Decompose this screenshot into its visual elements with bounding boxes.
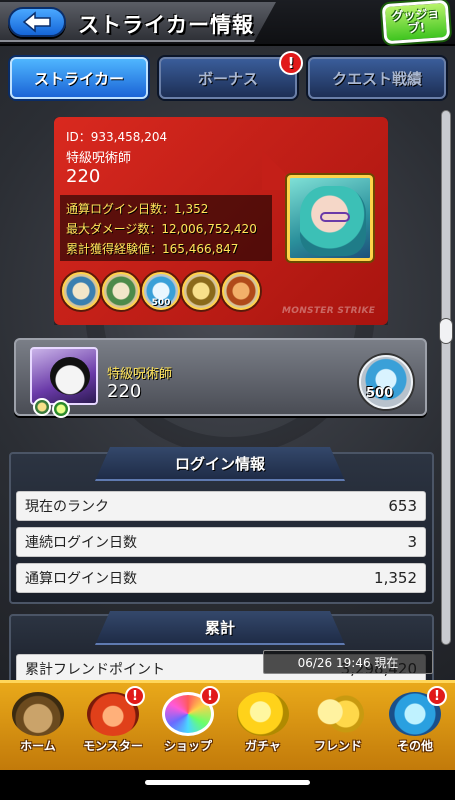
nav-monster-label: モンスター	[83, 739, 143, 753]
badge-5-icon[interactable]	[222, 272, 260, 310]
striker-mini-badge-2-icon	[52, 400, 70, 418]
nav-other[interactable]: ! その他	[379, 686, 451, 760]
nav-gacha-label: ガチャ	[245, 739, 281, 753]
scrollbar-track[interactable]	[441, 110, 451, 645]
stat-total-login-days: 通算ログイン日数：1,352	[66, 202, 209, 216]
nav-gacha[interactable]: ガチャ	[227, 688, 299, 760]
striker-rank: 220	[107, 381, 142, 402]
home-indicator[interactable]	[145, 780, 310, 785]
tab-bar: ストライカー ボーナス ! クエスト戦績	[0, 51, 455, 103]
tab-bonus-alert-badge: !	[279, 51, 303, 75]
page-title: ストライカー情報	[78, 13, 254, 37]
badge-500-icon[interactable]: 500	[142, 272, 180, 310]
row-consecutive-login: 連続ログイン日数 3	[16, 527, 426, 557]
row-current-rank-label: 現在のランク	[25, 499, 109, 515]
row-friend-points-label: 累計フレンドポイント	[25, 662, 165, 678]
monster-strike-watermark: MONSTER STRIKE	[282, 306, 376, 316]
player-id: ID：933,458,204	[66, 130, 168, 144]
header-bar: ストライカー情報 グッジョブ!	[0, 0, 455, 46]
row-total-login: 通算ログイン日数 1,352	[16, 563, 426, 593]
tab-quest-record[interactable]: クエスト戦績	[308, 57, 446, 99]
scrollbar-thumb[interactable]	[439, 318, 453, 344]
login-info-title: ログイン情報	[174, 454, 265, 473]
nav-home[interactable]: ホーム	[2, 688, 74, 760]
tab-quest-record-label: クエスト戦績	[331, 69, 422, 88]
login-info-header: ログイン情報	[95, 447, 345, 481]
nav-shop[interactable]: ! ショップ	[152, 686, 224, 760]
cumulative-title: 累計	[204, 618, 235, 637]
gacha-icon	[237, 692, 289, 736]
row-total-login-value: 1,352	[374, 569, 417, 587]
tab-striker-label: ストライカー	[33, 69, 124, 88]
back-button[interactable]	[8, 7, 66, 37]
back-arrow-icon	[22, 11, 51, 33]
badge-2-icon[interactable]	[102, 272, 140, 310]
player-name: 特級呪術師	[66, 151, 132, 166]
nav-other-label: その他	[396, 739, 433, 753]
player-rank: 220	[66, 166, 101, 187]
leader-monster-portrait[interactable]	[287, 175, 373, 261]
nav-friend[interactable]: フレンド	[302, 688, 374, 760]
row-consecutive-login-value: 3	[407, 533, 417, 551]
nav-monster-alert-badge: !	[125, 686, 145, 706]
portrait-glasses-icon	[320, 212, 350, 222]
good-job-button[interactable]: グッジョブ!	[381, 0, 451, 45]
nav-shop-label: ショップ	[163, 739, 212, 753]
stat-total-exp: 累計獲得経験値：165,466,847	[66, 242, 239, 256]
striker-badge-500-label: 500	[366, 386, 394, 401]
nav-home-label: ホーム	[20, 739, 56, 753]
home-indicator-area	[0, 770, 455, 800]
badge-row: 500	[60, 272, 260, 316]
striker-avatar-face-icon	[50, 357, 90, 395]
nav-friend-label: フレンド	[313, 739, 362, 753]
nav-other-alert-badge: !	[427, 686, 447, 706]
home-icon	[12, 692, 64, 736]
tab-striker[interactable]: ストライカー	[10, 57, 148, 99]
badge-500-label: 500	[151, 298, 171, 308]
cumulative-header: 累計	[95, 611, 345, 645]
stat-max-damage: 最大ダメージ数：12,006,752,420	[66, 222, 257, 236]
timestamp-badge: 06/26 19:46 現在	[263, 650, 433, 674]
badge-4-icon[interactable]	[182, 272, 220, 310]
tab-bonus-label: ボーナス	[197, 69, 258, 88]
nav-monster[interactable]: ! モンスター	[77, 686, 149, 760]
friend-icon	[312, 692, 364, 736]
row-total-login-label: 通算ログイン日数	[25, 571, 137, 587]
row-current-rank: 現在のランク 653	[16, 491, 426, 521]
tab-bonus[interactable]: ボーナス !	[159, 51, 303, 99]
badge-1-icon[interactable]	[62, 272, 100, 310]
row-consecutive-login-label: 連続ログイン日数	[25, 535, 137, 551]
striker-name: 特級呪術師	[107, 367, 173, 382]
row-current-rank-value: 653	[388, 497, 417, 515]
nav-shop-alert-badge: !	[200, 686, 220, 706]
striker-mini-badge-1-icon	[33, 398, 51, 416]
